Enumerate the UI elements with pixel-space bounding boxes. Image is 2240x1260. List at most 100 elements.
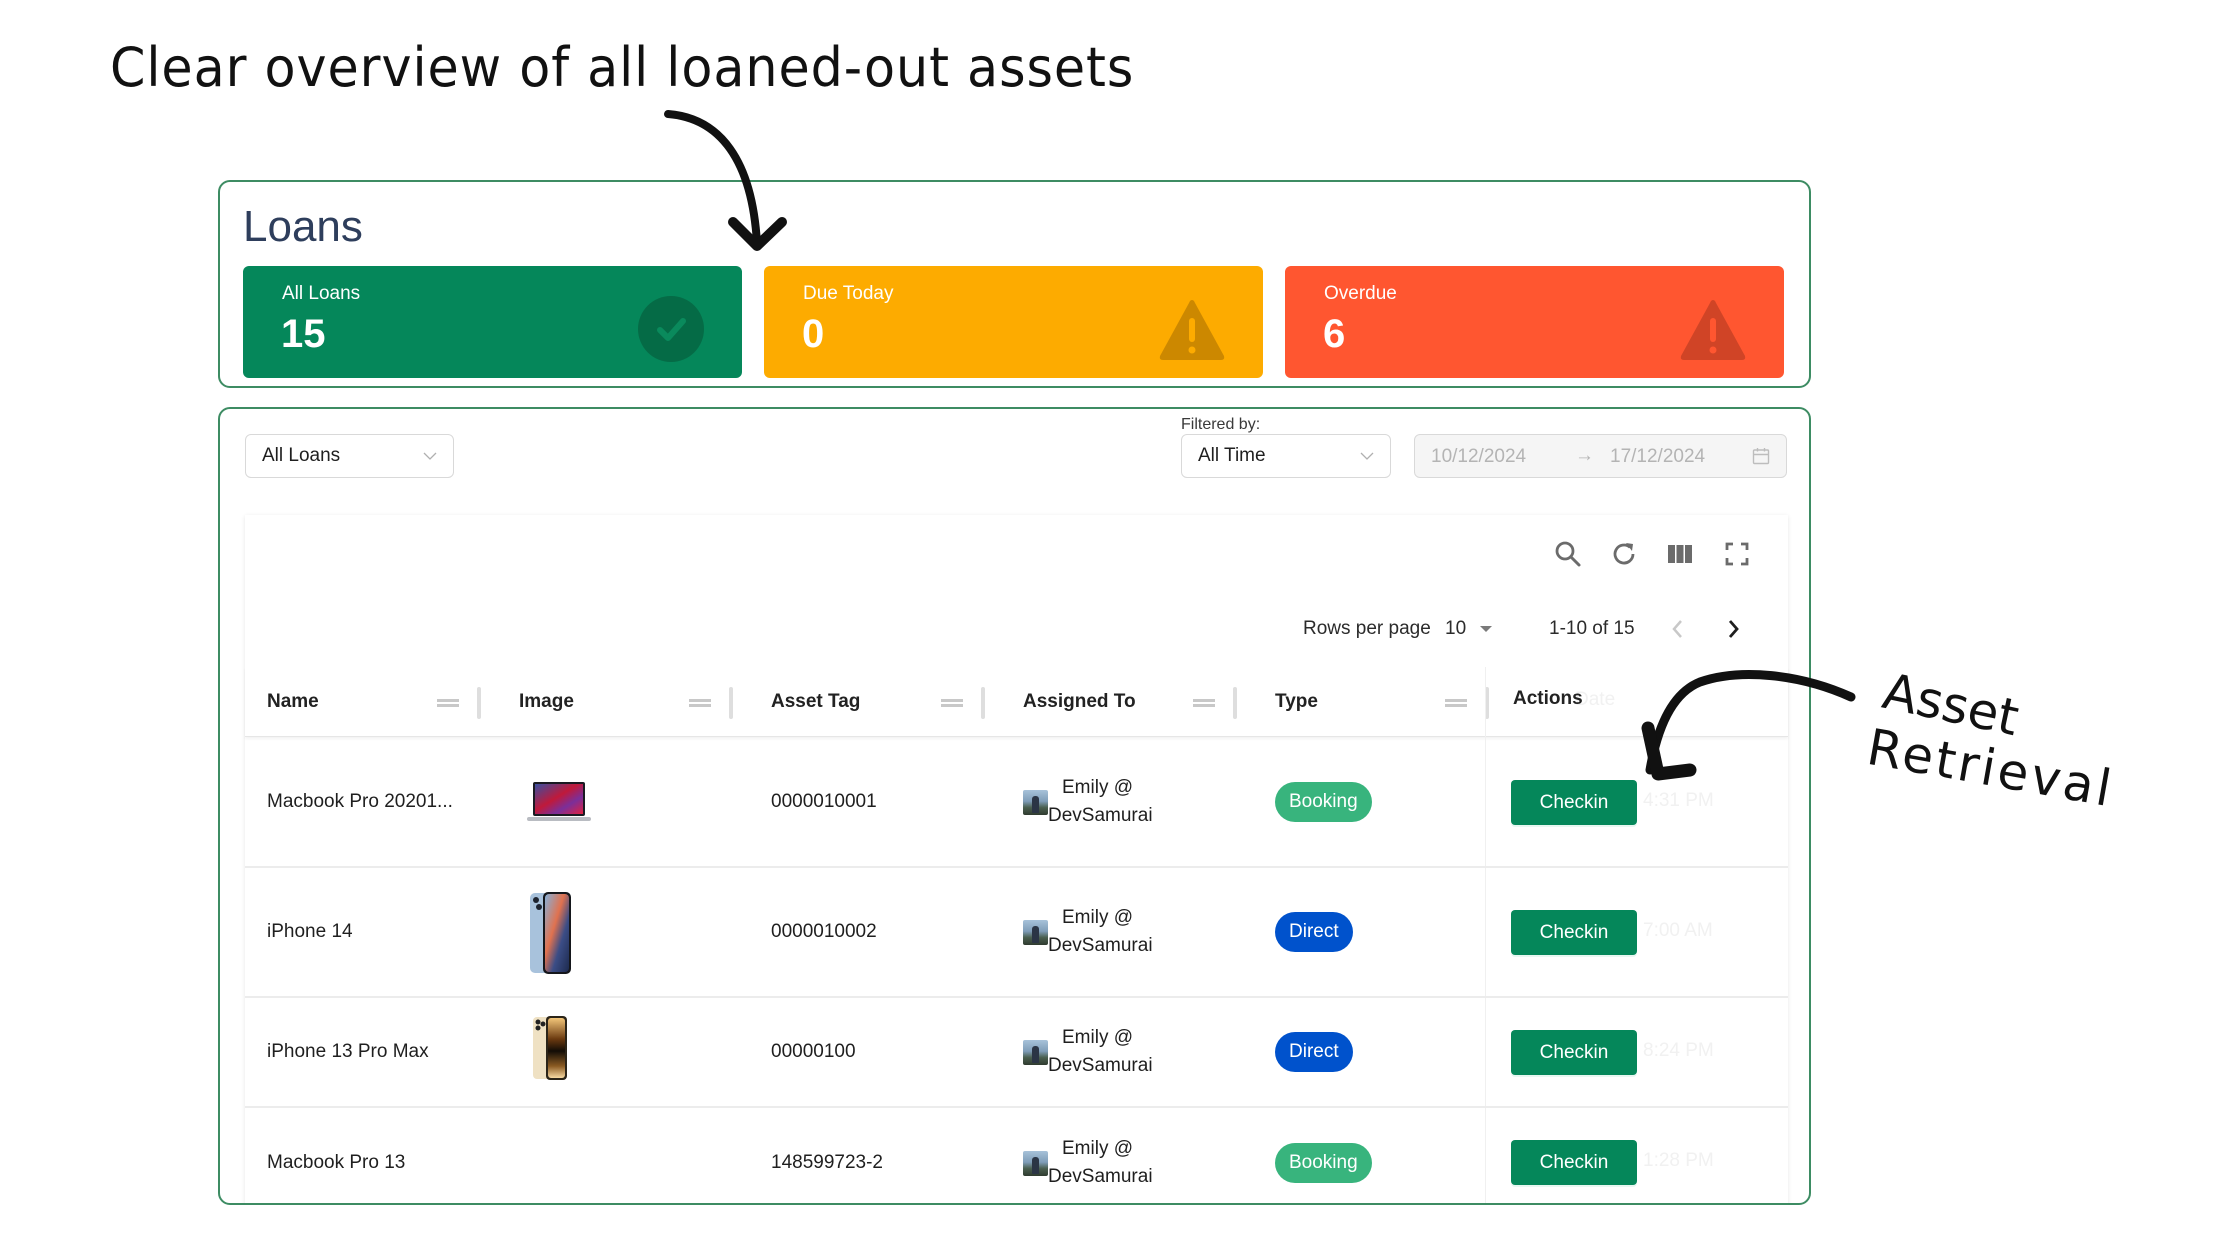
assignee-name: Emily @ bbox=[1062, 1027, 1134, 1048]
cell-asset-tag: 148599723-2 bbox=[771, 1152, 883, 1173]
hidden-time-ghost: 8:24 PM bbox=[1643, 1040, 1714, 1061]
column-resizer[interactable] bbox=[477, 687, 481, 719]
loan-type-value: All Loans bbox=[262, 445, 341, 466]
avatar bbox=[1023, 1150, 1048, 1176]
cell-name: Macbook Pro 20201... bbox=[267, 791, 453, 812]
stat-value: 15 bbox=[281, 312, 326, 356]
column-header-label: Name bbox=[267, 691, 319, 712]
stat-card-due-today[interactable]: Due Today 0 bbox=[764, 266, 1263, 378]
drag-handle-icon[interactable] bbox=[689, 699, 711, 707]
date-arrow-icon: → bbox=[1575, 445, 1594, 466]
date-to-input[interactable]: 17/12/2024 bbox=[1610, 446, 1705, 468]
column-header-label: Asset Tag bbox=[771, 691, 861, 712]
type-badge: Booking bbox=[1275, 1143, 1372, 1183]
warning-triangle-icon bbox=[1680, 300, 1746, 360]
hidden-time-ghost: 7:00 AM bbox=[1643, 920, 1713, 941]
cell-name: Macbook Pro 13 bbox=[267, 1152, 406, 1173]
column-resizer[interactable] bbox=[1233, 687, 1237, 719]
column-resizer[interactable] bbox=[729, 687, 733, 719]
cell-assigned-to[interactable]: Emily @ DevSamurai bbox=[1023, 738, 1153, 866]
stat-label: Due Today bbox=[803, 283, 894, 304]
checkin-button[interactable]: Checkin bbox=[1511, 1140, 1637, 1185]
avatar bbox=[1023, 919, 1048, 945]
refresh-icon[interactable] bbox=[1609, 539, 1639, 569]
loan-type-select[interactable]: All Loans bbox=[245, 434, 454, 478]
cell-assigned-to[interactable]: Emily @ DevSamurai bbox=[1023, 998, 1153, 1106]
cell-assigned-to[interactable]: Emily @ DevSamurai bbox=[1023, 868, 1153, 996]
column-header-label: Image bbox=[519, 691, 574, 712]
stat-value: 0 bbox=[802, 312, 825, 356]
time-range-value: All Time bbox=[1198, 445, 1266, 466]
iphone14-thumbnail bbox=[530, 892, 571, 974]
column-header-assigned-to[interactable]: Assigned To bbox=[1001, 667, 1237, 737]
stat-card-overdue[interactable]: Overdue 6 bbox=[1285, 266, 1784, 378]
chevron-down-icon bbox=[1360, 452, 1374, 460]
hidden-time-ghost: 4:31 PM bbox=[1643, 790, 1714, 811]
prev-page-icon[interactable] bbox=[1666, 615, 1690, 643]
cell-assigned-to[interactable]: Emily @ DevSamurai bbox=[1023, 1108, 1153, 1203]
loans-summary-panel: Loans All Loans 15 Due Today 0 Overdue 6 bbox=[218, 180, 1811, 388]
drag-handle-icon[interactable] bbox=[437, 699, 459, 707]
search-icon[interactable] bbox=[1553, 539, 1583, 569]
type-badge: Booking bbox=[1275, 782, 1372, 822]
avatar bbox=[1023, 789, 1048, 815]
drag-handle-icon[interactable] bbox=[1193, 699, 1215, 707]
cell-name: iPhone 13 Pro Max bbox=[267, 1041, 429, 1062]
assignee-name: Emily @ bbox=[1062, 1138, 1134, 1159]
drag-handle-icon[interactable] bbox=[1445, 699, 1467, 707]
date-from-input[interactable]: 10/12/2024 bbox=[1431, 446, 1526, 468]
assignee-org: DevSamurai bbox=[1048, 1055, 1153, 1076]
column-header-name[interactable]: Name bbox=[245, 667, 481, 737]
time-range-select[interactable]: All Time bbox=[1181, 434, 1391, 478]
rows-per-page-label: Rows per page bbox=[1303, 618, 1431, 639]
cell-name: iPhone 14 bbox=[267, 921, 353, 942]
columns-icon[interactable] bbox=[1665, 539, 1695, 569]
type-badge: Direct bbox=[1275, 912, 1353, 952]
table-row[interactable]: iPhone 13 Pro Max 00000100 Emily @ DevSam… bbox=[245, 998, 1788, 1108]
annotation-headline: Clear overview of all loaned-out assets bbox=[110, 36, 1135, 99]
assignee-org: DevSamurai bbox=[1048, 805, 1153, 826]
column-header-asset-tag[interactable]: Asset Tag bbox=[749, 667, 985, 737]
fullscreen-icon[interactable] bbox=[1722, 539, 1752, 569]
hidden-time-ghost: 1:28 PM bbox=[1643, 1150, 1714, 1171]
stat-value: 6 bbox=[1323, 312, 1346, 356]
checkin-button[interactable]: Checkin bbox=[1511, 780, 1637, 825]
filtered-by-label: Filtered by: bbox=[1181, 416, 1261, 433]
stat-label: All Loans bbox=[282, 283, 361, 304]
next-page-icon[interactable] bbox=[1721, 615, 1745, 643]
cell-asset-tag: 0000010001 bbox=[771, 791, 877, 812]
assignee-name: Emily @ bbox=[1062, 907, 1134, 928]
column-resizer[interactable] bbox=[981, 687, 985, 719]
checkin-button[interactable]: Checkin bbox=[1511, 1030, 1637, 1075]
chevron-down-icon bbox=[423, 452, 437, 460]
table-row[interactable]: Macbook Pro 13 148599723-2 Emily @ DevSam… bbox=[245, 1108, 1788, 1203]
caret-down-icon bbox=[1480, 625, 1493, 632]
type-badge: Direct bbox=[1275, 1032, 1353, 1072]
date-range-picker[interactable]: 10/12/2024 → 17/12/2024 bbox=[1414, 434, 1787, 478]
pagination-range: 1-10 of 15 bbox=[1549, 618, 1635, 639]
table-row[interactable]: iPhone 14 0000010002 Emily @ DevSamurai D… bbox=[245, 868, 1788, 998]
avatar bbox=[1023, 1039, 1048, 1065]
assignee-org: DevSamurai bbox=[1048, 1166, 1153, 1187]
calendar-icon bbox=[1752, 448, 1770, 465]
iphone13promax-thumbnail bbox=[533, 1016, 567, 1080]
page-title: Loans bbox=[243, 202, 363, 251]
loans-table-panel: All Loans Filtered by: All Time 10/12/20… bbox=[218, 407, 1811, 1205]
drag-handle-icon[interactable] bbox=[941, 699, 963, 707]
assignee-name: Emily @ bbox=[1062, 777, 1134, 798]
column-header-type[interactable]: Type bbox=[1253, 667, 1489, 737]
column-header-label: Assigned To bbox=[1023, 691, 1136, 712]
rows-per-page-select[interactable]: 10 bbox=[1445, 618, 1493, 640]
warning-triangle-icon bbox=[1159, 300, 1225, 360]
checkin-button[interactable]: Checkin bbox=[1511, 910, 1637, 955]
cell-asset-tag: 0000010002 bbox=[771, 921, 877, 942]
cell-asset-tag: 00000100 bbox=[771, 1041, 856, 1062]
column-header-label: Type bbox=[1275, 691, 1318, 712]
stat-card-all-loans[interactable]: All Loans 15 bbox=[243, 266, 742, 378]
loans-table: Rows per page 10 1-10 of 15 Name Image A… bbox=[245, 515, 1788, 1203]
column-header-image[interactable]: Image bbox=[497, 667, 733, 737]
check-circle-icon bbox=[638, 296, 704, 362]
macbook-thumbnail bbox=[527, 782, 591, 821]
assignee-org: DevSamurai bbox=[1048, 935, 1153, 956]
table-row[interactable]: Macbook Pro 20201... 0000010001 Emily @ D… bbox=[245, 738, 1788, 868]
